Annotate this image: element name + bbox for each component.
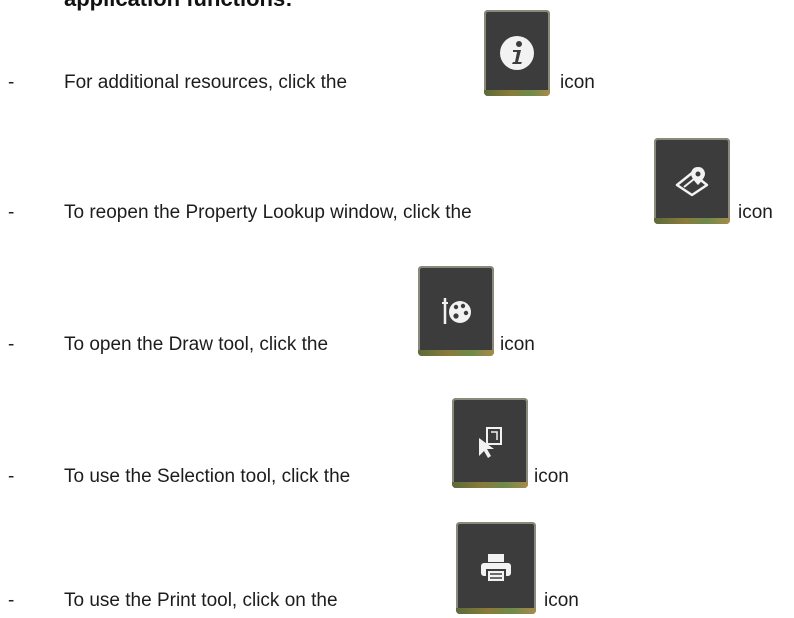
selection-tool-button[interactable] [452, 398, 528, 488]
list-dash: - [8, 72, 15, 93]
list-dash: - [8, 334, 15, 355]
item-text: For additional resources, click the [64, 72, 348, 93]
item-text: To use the Selection tool, click the [64, 466, 351, 487]
list-dash: - [8, 466, 15, 487]
selection-cursor-icon [479, 427, 502, 458]
item-text: To use the Print tool, click on the [64, 590, 338, 611]
property-lookup-button[interactable] [654, 138, 730, 224]
printer-icon [481, 554, 511, 583]
item-text-suffix: icon [738, 202, 773, 223]
list-item-draw-tool: - To open the Draw tool, click the icon [0, 262, 794, 362]
list-dash: - [8, 590, 15, 611]
item-text-suffix: icon [560, 72, 595, 93]
item-text-suffix: icon [544, 590, 579, 611]
map-pin-icon [675, 167, 709, 197]
info-icon [500, 36, 534, 70]
draw-tool-button[interactable] [418, 266, 494, 356]
item-text-suffix: icon [500, 334, 535, 355]
list-item-additional-resources: - For additional resources, click the ic… [0, 0, 794, 100]
print-tool-button[interactable] [456, 522, 536, 614]
palette-icon [442, 298, 471, 324]
list-dash: - [8, 202, 15, 223]
item-text: To open the Draw tool, click the [64, 334, 329, 355]
item-text-suffix: icon [534, 466, 569, 487]
list-item-selection-tool: - To use the Selection tool, click the i… [0, 394, 794, 494]
info-button[interactable] [484, 10, 550, 96]
item-text: To reopen the Property Lookup window, cl… [64, 202, 472, 223]
list-item-print-tool: - To use the Print tool, click on the ic… [0, 518, 794, 618]
list-item-property-lookup: - To reopen the Property Lookup window, … [0, 130, 794, 230]
